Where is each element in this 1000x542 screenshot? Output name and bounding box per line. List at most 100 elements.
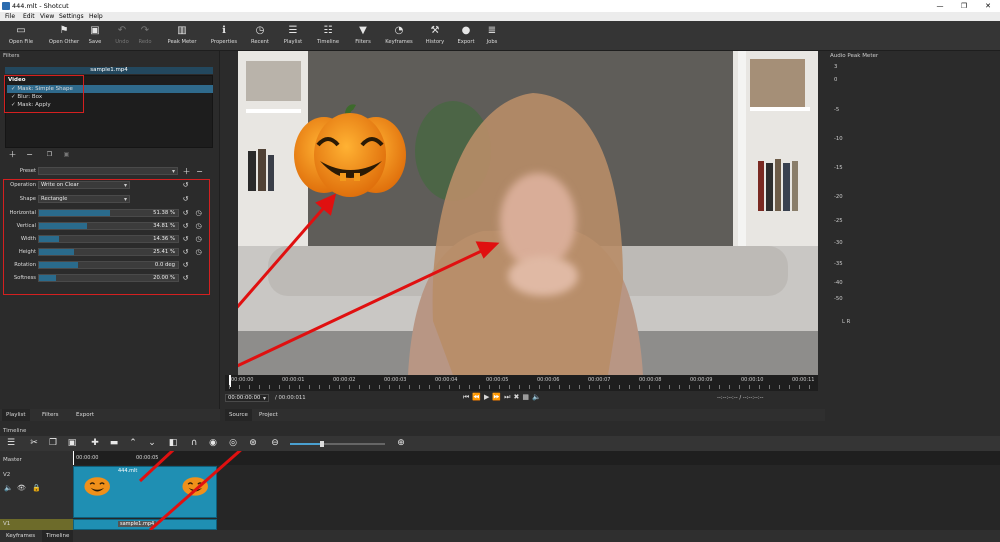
audio-meter-title: Audio Peak Meter (830, 53, 879, 59)
vertical-reset-button[interactable]: ↺ (181, 222, 190, 231)
add-filter-button[interactable]: ＋ (7, 150, 18, 159)
left-panel-tabs: Playlist Filters Export (0, 409, 220, 421)
recent-button[interactable]: ◷ Recent (246, 24, 274, 50)
paste-icon[interactable]: ▣ (65, 437, 79, 450)
scrub-icon[interactable]: ◉ (206, 437, 220, 450)
save-preset-button[interactable]: ＋ (181, 167, 192, 176)
vertical-slider[interactable]: 34.81 % (38, 222, 179, 230)
video-preview[interactable] (238, 51, 818, 375)
softness-reset-button[interactable]: ↺ (181, 274, 190, 283)
lift-icon[interactable]: ⌃ (126, 437, 140, 450)
rotation-reset-button[interactable]: ↺ (181, 261, 190, 270)
meter-channels: L R (842, 319, 851, 325)
remove-icon[interactable]: ▬ (107, 437, 121, 450)
filter-item-blur-box[interactable]: ✓ Blur: Box (7, 93, 213, 101)
ripple-all-icon[interactable]: ⊛ (246, 437, 260, 450)
menu-edit[interactable]: Edit (23, 12, 35, 21)
tab-playlist[interactable]: Playlist (2, 409, 30, 421)
horizontal-keyframe-icon[interactable]: ◷ (194, 209, 203, 218)
menu-help[interactable]: Help (89, 12, 103, 21)
horizontal-reset-button[interactable]: ↺ (181, 209, 190, 218)
tab-export[interactable]: Export (72, 409, 98, 421)
player-ruler[interactable]: 00:00:00 00:00:01 00:00:02 00:00:03 00:0… (225, 375, 818, 391)
duration-label: / 00:00:011 (275, 395, 306, 401)
minimize-button[interactable]: — (928, 0, 952, 12)
snap-icon[interactable]: ∩ (187, 437, 201, 450)
shape-combo[interactable]: Rectangle (38, 195, 130, 203)
timeline-button[interactable]: ☷ Timeline (313, 24, 343, 50)
tab-keyframes[interactable]: Keyframes (2, 530, 39, 542)
window-title-bar: 444.mlt - Shotcut — ❐ ✕ (0, 0, 1000, 12)
remove-filter-button[interactable]: − (24, 150, 35, 159)
operation-reset-button[interactable]: ↺ (181, 181, 190, 190)
tab-source[interactable]: Source (225, 409, 252, 421)
open-other-icon: ⚑ (59, 25, 69, 36)
tab-timeline[interactable]: Timeline (42, 530, 74, 542)
height-slider[interactable]: 25.41 % (38, 248, 179, 256)
filters-panel: Filters sample1.mp4 Video ✓ Mask: Simple… (0, 51, 220, 409)
cut-icon[interactable]: ✂ (27, 437, 41, 450)
softness-slider[interactable]: 20.00 % (38, 274, 179, 282)
open-other-button[interactable]: ⚑ Open Other (44, 24, 84, 50)
menu-file[interactable]: File (5, 12, 15, 21)
ruler-tick-10: 00:00:10 (741, 377, 764, 383)
rewind-icon[interactable]: ⏪ (472, 393, 484, 401)
skip-previous-icon[interactable]: ⏮ (463, 393, 472, 401)
overwrite-icon[interactable]: ⌄ (145, 437, 159, 450)
history-button[interactable]: ⚒ History (421, 24, 449, 50)
height-keyframe-icon[interactable]: ◷ (194, 248, 203, 257)
save-button[interactable]: ▣ Save (85, 24, 105, 50)
maximize-button[interactable]: ❐ (952, 0, 976, 12)
undo-button[interactable]: ↶ Undo (111, 24, 133, 50)
zoom-slider[interactable] (290, 441, 385, 447)
filters-button[interactable]: ▼ Filters (349, 24, 377, 50)
horizontal-slider[interactable]: 51.38 % (38, 209, 179, 217)
grid-icon[interactable]: ▦ (522, 393, 532, 401)
paste-filter-button[interactable]: ▣ (61, 150, 72, 159)
keyframes-button[interactable]: ◔ Keyframes (382, 24, 416, 50)
copy-icon[interactable]: ❐ (46, 437, 60, 450)
width-keyframe-icon[interactable]: ◷ (194, 235, 203, 244)
menu-settings[interactable]: Settings (59, 12, 84, 21)
volume-icon[interactable]: 🔈 (532, 393, 544, 401)
fast-forward-icon[interactable]: ⏩ (492, 393, 504, 401)
playlist-button[interactable]: ☰ Playlist (278, 24, 308, 50)
filter-item-mask-simple-shape[interactable]: ✓ Mask: Simple Shape (7, 85, 213, 93)
current-time-field[interactable]: 00:00:00:00 (225, 394, 269, 402)
zoom-in-icon[interactable]: ⊕ (394, 437, 408, 450)
close-button[interactable]: ✕ (976, 0, 1000, 12)
loop-icon[interactable]: ✖ (513, 393, 522, 401)
rotation-slider[interactable]: 0.0 deg (38, 261, 179, 269)
bottom-tabs: Keyframes Timeline (0, 530, 1000, 542)
meter-scale-10: -10 (834, 136, 843, 142)
export-button[interactable]: ● Export (454, 24, 478, 50)
tab-project[interactable]: Project (255, 409, 282, 421)
peak-meter-button[interactable]: ▥ Peak Meter (164, 24, 200, 50)
properties-button[interactable]: ℹ Properties (206, 24, 242, 50)
meter-scale-25: -25 (834, 218, 843, 224)
save-icon: ▣ (90, 25, 100, 36)
zoom-out-icon[interactable]: ⊖ (268, 437, 282, 450)
filter-item-mask-apply[interactable]: ✓ Mask: Apply (7, 101, 213, 109)
menu-icon[interactable]: ☰ (4, 437, 18, 450)
operation-combo[interactable]: Write on Clear (38, 181, 130, 189)
tab-filters[interactable]: Filters (38, 409, 63, 421)
jobs-icon: ≣ (487, 25, 497, 36)
append-icon[interactable]: ✚ (88, 437, 102, 450)
width-reset-button[interactable]: ↺ (181, 235, 190, 244)
horizontal-value: 51.38 % (153, 210, 175, 216)
shape-reset-button[interactable]: ↺ (181, 195, 190, 204)
ripple-icon[interactable]: ◎ (226, 437, 240, 450)
vertical-keyframe-icon[interactable]: ◷ (194, 222, 203, 231)
open-file-button[interactable]: ▭ Open File (4, 24, 38, 50)
height-reset-button[interactable]: ↺ (181, 248, 190, 257)
copy-filter-button[interactable]: ❐ (44, 150, 55, 159)
redo-button[interactable]: ↷ Redo (134, 24, 156, 50)
jobs-button[interactable]: ≣ Jobs (482, 24, 502, 50)
width-slider[interactable]: 14.36 % (38, 235, 179, 243)
preset-combo[interactable] (38, 167, 178, 175)
split-icon[interactable]: ◧ (166, 437, 180, 450)
menu-view[interactable]: View (40, 12, 54, 21)
delete-preset-button[interactable]: − (194, 167, 205, 176)
meter-scale-30: -30 (834, 240, 843, 246)
